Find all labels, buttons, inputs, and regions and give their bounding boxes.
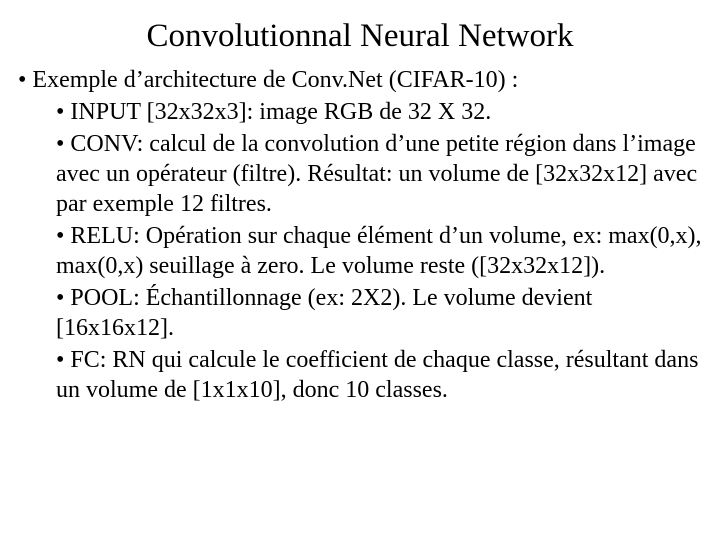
slide: Convolutionnal Neural Network • Exemple … [0, 0, 720, 540]
bullet-fc: • FC: RN qui calcule le coefficient de c… [56, 345, 702, 405]
bullet-relu: • RELU: Opération sur chaque élément d’u… [56, 221, 702, 281]
slide-body: • Exemple d’architecture de Conv.Net (CI… [18, 65, 702, 405]
bullet-conv: • CONV: calcul de la convolution d’une p… [56, 129, 702, 219]
bullet-intro: • Exemple d’architecture de Conv.Net (CI… [18, 65, 702, 95]
bullet-pool: • POOL: Échantillonnage (ex: 2X2). Le vo… [56, 283, 702, 343]
slide-title: Convolutionnal Neural Network [18, 18, 702, 55]
bullet-input: • INPUT [32x32x3]: image RGB de 32 X 32. [56, 97, 702, 127]
